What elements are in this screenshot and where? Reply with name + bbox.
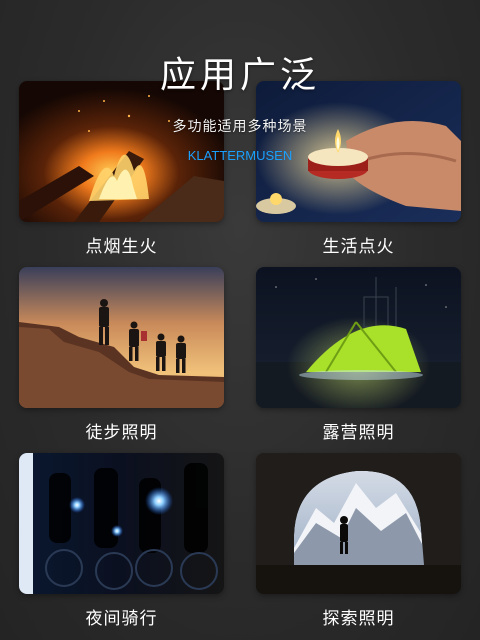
card-label: 探索照明: [322, 609, 395, 629]
cave-photo: [256, 453, 461, 594]
card-label: 点烟生火: [85, 237, 158, 257]
use-case-card-exploring[interactable]: 探索照明: [256, 453, 461, 629]
night-cycling-photo: [19, 453, 224, 594]
tent-photo: [256, 267, 461, 408]
campfire-photo: [19, 81, 224, 222]
product-feature-page: 应用广泛 多功能适用多种场景 KLATTERMUSEN 点烟生火 生活点火 徒步…: [0, 0, 480, 640]
candle-photo: [256, 81, 461, 222]
use-case-card-camping[interactable]: 露营照明: [256, 267, 461, 443]
use-case-grid: 点烟生火 生活点火 徒步照明 露营照明 夜间骑行 探索照明: [19, 81, 461, 640]
use-case-card-cycling[interactable]: 夜间骑行: [19, 453, 224, 629]
use-case-card-campfire[interactable]: 点烟生火: [19, 81, 224, 257]
card-label: 徒步照明: [85, 423, 158, 443]
card-label: 露营照明: [322, 423, 395, 443]
card-label: 生活点火: [322, 237, 395, 257]
use-case-card-candle[interactable]: 生活点火: [256, 81, 461, 257]
use-case-card-hiking[interactable]: 徒步照明: [19, 267, 224, 443]
hikers-photo: [19, 267, 224, 408]
card-label: 夜间骑行: [85, 609, 158, 629]
